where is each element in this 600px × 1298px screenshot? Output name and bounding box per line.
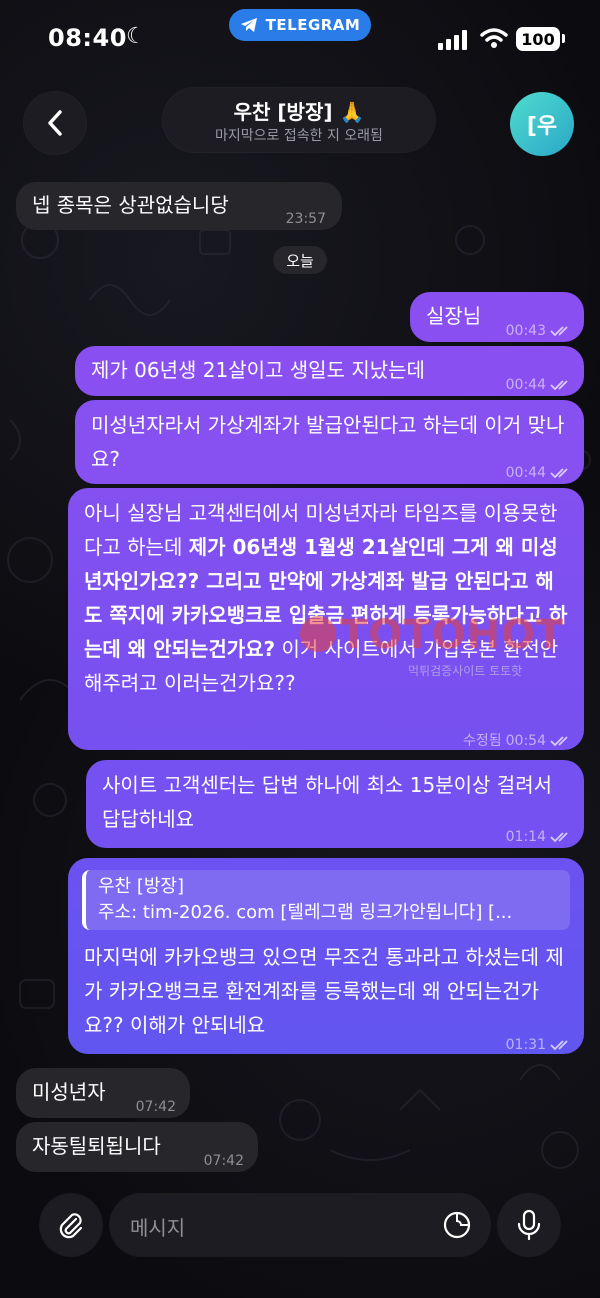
message-incoming[interactable]: 자동틸퇴됩니다 07:42 <box>16 1122 258 1172</box>
message-input-placeholder: 메시지 <box>130 1216 186 1240</box>
reply-author: 우찬 [방장] <box>98 876 185 897</box>
read-check-icon <box>550 736 568 747</box>
message-time: 00:54 <box>505 733 546 749</box>
message-input[interactable]: 메시지 <box>110 1194 490 1256</box>
read-check-icon <box>550 468 568 479</box>
read-check-icon <box>550 832 568 843</box>
chevron-left-icon <box>48 110 62 136</box>
watermark-text: TOTOHOT <box>340 612 565 658</box>
chat-title[interactable]: 우찬 [방장] 🙏 마지막으로 접속한 지 오래됨 <box>163 88 435 152</box>
message-outgoing[interactable]: 미성년자라서 가상계좌가 발급안된다고 하는데 이거 맞나요? 00:44 <box>75 400 584 484</box>
message-text: 제가 06년생 21살이고 생일도 지났는데 <box>91 358 425 382</box>
message-time: 07:42 <box>135 1099 176 1115</box>
signal-icon <box>438 30 467 50</box>
wifi-icon <box>480 28 508 48</box>
last-seen-status: 마지막으로 접속한 지 오래됨 <box>215 128 383 144</box>
telegram-pill[interactable]: TELEGRAM <box>229 9 371 41</box>
battery-tip <box>562 34 565 43</box>
watermark-logo-icon <box>300 616 336 652</box>
clock: 08:40 <box>48 24 127 52</box>
message-time: 23:57 <box>285 211 326 227</box>
sticker-icon[interactable] <box>442 1210 472 1240</box>
message-time: 07:42 <box>203 1153 244 1169</box>
reply-text: 주소: tim-2026. com [텔레그램 링크가안됩니다] [... <box>98 902 513 923</box>
message-meta: 01:14 <box>506 820 572 854</box>
edited-label: 수정됨 <box>463 733 502 749</box>
watermark: TOTOHOT 먹튀검증사이트 토토핫 <box>300 612 600 692</box>
message-text: 사이트 고객센터는 답변 하나에 최소 15분이상 걸려서 답답하네요 <box>102 773 552 831</box>
watermark-subtext: 먹튀검증사이트 토토핫 <box>408 664 523 678</box>
message-outgoing[interactable]: 실장님 00:43 <box>410 292 584 342</box>
microphone-icon <box>517 1209 541 1241</box>
message-meta: 00:43 <box>506 314 572 348</box>
message-meta: 00:44 <box>506 456 572 490</box>
message-text: 넵 종목은 상관없습니당 <box>32 193 229 217</box>
microphone-button[interactable] <box>498 1194 560 1256</box>
message-text: 실장님 <box>426 304 482 328</box>
read-check-icon <box>550 326 568 337</box>
reply-quote[interactable]: 우찬 [방장] 주소: tim-2026. com [텔레그램 링크가안됩니다]… <box>82 870 570 930</box>
message-time: 00:44 <box>505 377 546 393</box>
message-meta: 00:44 <box>506 368 572 402</box>
date-divider: 오늘 <box>273 246 327 274</box>
back-button[interactable] <box>24 92 86 154</box>
message-incoming[interactable]: 넵 종목은 상관없습니당 23:57 <box>16 182 342 230</box>
message-outgoing[interactable]: 제가 06년생 21살이고 생일도 지났는데 00:44 <box>75 346 584 396</box>
read-check-icon <box>550 1040 568 1051</box>
message-text: 미성년자라서 가상계좌가 발급안된다고 하는데 이거 맞나요? <box>91 413 565 471</box>
message-time: 00:43 <box>505 323 546 339</box>
chat-name: 우찬 [방장] 🙏 <box>233 100 365 124</box>
message-time: 00:44 <box>505 465 546 481</box>
status-bar: 08:40 ☾ TELEGRAM 100 <box>0 0 600 80</box>
message-text: 미성년자 <box>32 1080 106 1104</box>
message-time: 01:31 <box>505 1037 546 1053</box>
message-time: 01:14 <box>505 829 546 845</box>
attach-button[interactable] <box>40 1194 102 1256</box>
message-outgoing[interactable]: 사이트 고객센터는 답변 하나에 최소 15분이상 걸려서 답답하네요 01:1… <box>86 760 584 848</box>
paperclip-icon <box>59 1213 83 1239</box>
message-text: 자동틸퇴됩니다 <box>32 1134 161 1158</box>
avatar[interactable]: [우 <box>510 92 574 156</box>
telegram-plane-icon <box>240 18 257 32</box>
message-outgoing-reply[interactable]: 우찬 [방장] 주소: tim-2026. com [텔레그램 링크가안됩니다]… <box>68 858 584 1054</box>
message-meta: 수정됨 00:54 <box>463 724 572 758</box>
moon-icon: ☾ <box>126 24 146 49</box>
message-text: 마지먹에 카카오뱅크 있으면 무조건 통과라고 하셨는데 제가 카카오뱅크로 환… <box>84 945 564 1037</box>
telegram-pill-label: TELEGRAM <box>265 16 361 34</box>
battery-icon: 100 <box>516 27 560 51</box>
read-check-icon <box>550 380 568 391</box>
message-incoming[interactable]: 미성년자 07:42 <box>16 1068 190 1118</box>
message-meta: 01:31 <box>506 1028 572 1062</box>
